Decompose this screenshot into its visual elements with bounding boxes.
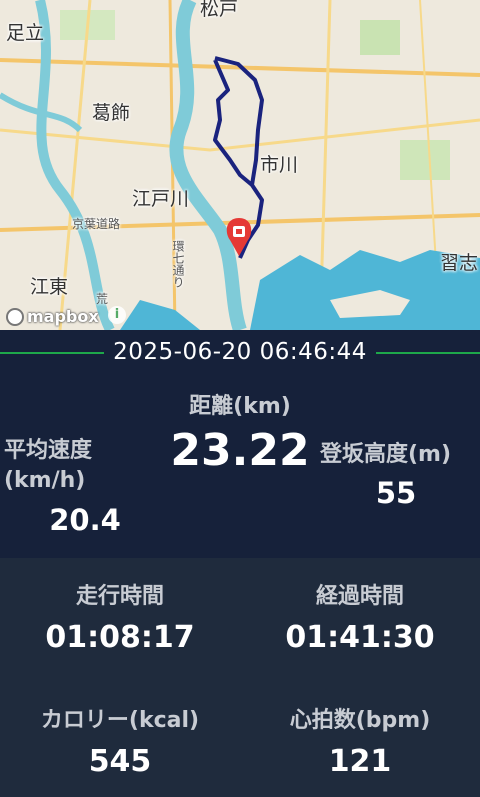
map-label-katsushika: 葛飾 [92, 102, 131, 124]
info-icon[interactable]: i [108, 306, 126, 324]
map-label-keiyo-road: 京葉道路 [72, 217, 121, 231]
map-label-matsudo: 松戸 [200, 0, 239, 20]
detail-panel: 走行時間 01:08:17 経過時間 01:41:30 カロリー(kcal) 5… [0, 558, 480, 797]
map-label-koto: 江東 [30, 276, 69, 298]
summary-panel: 2025-06-20 06:46:44 距離(km) 23.22 平均速度(km… [0, 330, 480, 558]
avg-speed-value: 20.4 [49, 503, 121, 537]
climb-label: 登坂高度(m) [320, 442, 452, 467]
map-label-adachi: 足立 [6, 22, 45, 44]
heart-rate-value: 121 [328, 744, 392, 779]
calories-label: カロリー(kcal) [40, 708, 200, 733]
map-label-ara: 荒 [96, 292, 109, 306]
heart-rate-label: 心拍数(bpm) [289, 708, 431, 733]
bay-west [120, 300, 200, 330]
route-map[interactable]: 足立 松戸 葛飾 市川 江戸川 京葉道路 環七通り 江東 習志 荒 mapbox… [0, 0, 480, 330]
map-canvas [0, 0, 480, 330]
moving-time-label: 走行時間 [75, 584, 164, 609]
mapbox-icon [6, 307, 24, 326]
park-area [400, 140, 450, 180]
climb-value: 55 [375, 476, 417, 510]
activity-date: 2025-06-20 06:46:44 [113, 339, 367, 365]
elapsed-time-value: 01:41:30 [285, 620, 435, 655]
elapsed-time-stat: 経過時間 01:41:30 [240, 578, 480, 655]
map-label-kanshichi: 環七通り [171, 240, 185, 288]
moving-time-value: 01:08:17 [45, 620, 195, 655]
map-label-ichikawa: 市川 [260, 154, 299, 176]
divider-left [0, 352, 104, 354]
divider-right [376, 352, 480, 354]
date-row: 2025-06-20 06:46:44 [0, 338, 480, 366]
distance-label: 距離(km) [189, 394, 291, 419]
map-label-narashino: 習志 [440, 252, 479, 274]
heart-rate-stat: 心拍数(bpm) 121 [240, 702, 480, 779]
calories-value: 545 [88, 744, 152, 779]
avg-speed-label: 平均速度(km/h) [4, 438, 93, 493]
park-area [360, 20, 400, 55]
map-label-edogawa: 江戸川 [132, 188, 190, 210]
moving-time-stat: 走行時間 01:08:17 [0, 578, 240, 655]
calories-stat: カロリー(kcal) 545 [0, 702, 240, 779]
mapbox-wordmark: mapbox [27, 307, 99, 326]
elapsed-time-label: 経過時間 [315, 584, 404, 609]
mapbox-logo[interactable]: mapbox [6, 307, 99, 326]
